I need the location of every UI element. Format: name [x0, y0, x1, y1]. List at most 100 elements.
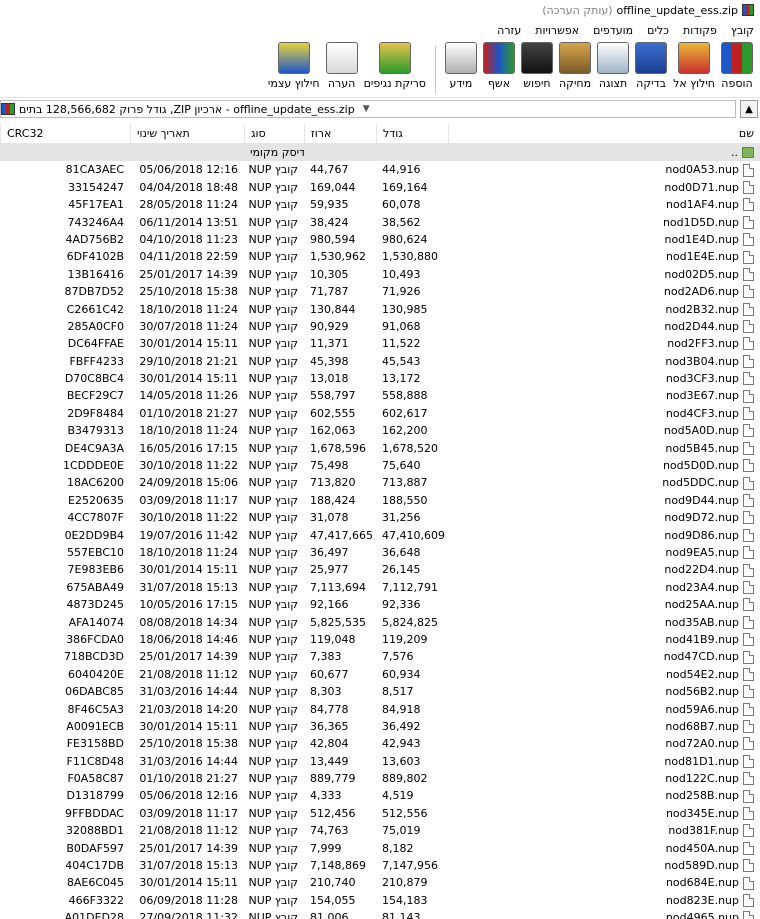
- column-header-type[interactable]: סוג: [244, 124, 304, 144]
- file-row[interactable]: nod258B.nup 4,519 4,333 קובץ NUP 05/06/2018 …: [0, 787, 760, 804]
- file-row[interactable]: nod59A6.nup 84,918 84,778 קובץ NUP 21/03/201…: [0, 701, 760, 718]
- file-modified: 30/10/2018 11:22: [139, 511, 238, 525]
- file-packed: 512,456: [310, 806, 356, 820]
- toolbar-button-find[interactable]: חיפוש: [518, 42, 556, 90]
- file-row[interactable]: nod345E.nup 512,556 512,456 קובץ NUP 03/09/2…: [0, 805, 760, 822]
- menu-item-5[interactable]: עזרה: [495, 24, 523, 37]
- toolbar-button-comment[interactable]: הערה: [323, 42, 361, 90]
- toolbar-button-delete[interactable]: מחיקה: [556, 42, 594, 90]
- file-row[interactable]: nod122C.nup 889,802 889,779 קובץ NUP 01/10/2…: [0, 770, 760, 787]
- file-row[interactable]: nod450A.nup 8,182 7,999 קובץ NUP 25/01/2017 …: [0, 840, 760, 857]
- file-packed: 1,678,596: [310, 441, 366, 455]
- address-row: ▲ offline_update_ess.zip - ארכיון ZIP, ג…: [0, 99, 760, 119]
- file-row[interactable]: nod22D4.nup 26,145 25,977 קובץ NUP 30/01/201…: [0, 561, 760, 578]
- file-packed: 36,365: [310, 719, 349, 733]
- file-row[interactable]: nod35AB.nup 5,824,825 5,825,535 קובץ NUP 08/…: [0, 614, 760, 631]
- file-name: nod2B32.nup: [665, 302, 739, 316]
- file-row[interactable]: nod1E4D.nup 980,624 980,594 קובץ NUP 04/10/2…: [0, 231, 760, 248]
- file-row[interactable]: nod81D1.nup 13,603 13,449 קובץ NUP 31/03/201…: [0, 753, 760, 770]
- file-row[interactable]: nod9D72.nup 31,256 31,078 קובץ NUP 30/10/201…: [0, 509, 760, 526]
- menu-item-4[interactable]: אפשרויות: [533, 24, 581, 37]
- file-row[interactable]: nod2D44.nup 91,068 90,929 קובץ NUP 30/07/201…: [0, 318, 760, 335]
- file-row[interactable]: nod9D44.nup 188,550 188,424 קובץ NUP 03/09/2…: [0, 492, 760, 509]
- file-icon: [743, 685, 754, 699]
- file-row[interactable]: nod2FF3.nup 11,522 11,371 קובץ NUP 30/01/201…: [0, 335, 760, 352]
- file-row[interactable]: nod0D71.nup 169,164 169,044 קובץ NUP 04/04/2…: [0, 179, 760, 196]
- file-list-header: ^ שם גודל ארוז סוג תאריך שינוי CRC32: [0, 124, 760, 144]
- file-row[interactable]: nod25AA.nup 92,336 92,166 קובץ NUP 10/05/201…: [0, 596, 760, 613]
- file-crc: AFA14074: [68, 615, 124, 629]
- file-type: קובץ NUP: [248, 319, 298, 333]
- toolbar-button-wizard[interactable]: אשף: [480, 42, 518, 90]
- menu-item-0[interactable]: קובץ: [729, 24, 756, 37]
- file-row[interactable]: nod381F.nup 75,019 74,763 קובץ NUP 21/08/201…: [0, 822, 760, 839]
- file-row[interactable]: nod02D5.nup 10,493 10,305 קובץ NUP 25/01/201…: [0, 266, 760, 283]
- menu-item-1[interactable]: פקודות: [681, 24, 719, 37]
- file-name: nod0A53.nup: [665, 163, 739, 177]
- file-size: 13,603: [382, 754, 421, 768]
- toolbar-button-add-archive[interactable]: הוספה: [718, 42, 756, 90]
- menu-item-2[interactable]: כלים: [645, 24, 671, 37]
- file-row[interactable]: nod5D0D.nup 75,640 75,498 קובץ NUP 30/10/201…: [0, 457, 760, 474]
- file-packed: 130,844: [310, 302, 356, 316]
- file-row[interactable]: nod56B2.nup 8,517 8,303 קובץ NUP 31/03/2016 …: [0, 683, 760, 700]
- file-modified: 25/10/2018 15:38: [139, 737, 238, 751]
- file-row[interactable]: nod1E4E.nup 1,530,880 1,530,962 קובץ NUP 04/…: [0, 248, 760, 265]
- file-row[interactable]: nod4CF3.nup 602,617 602,555 קובץ NUP 01/10/2…: [0, 405, 760, 422]
- file-type: קובץ NUP: [248, 285, 298, 299]
- file-row[interactable]: nod41B9.nup 119,209 119,048 קובץ NUP 18/06/2…: [0, 631, 760, 648]
- file-row[interactable]: nod4965.nup 81,143 81,006 קובץ NUP 27/09/201…: [0, 909, 760, 919]
- file-row[interactable]: nod68B7.nup 36,492 36,365 קובץ NUP 30/01/201…: [0, 718, 760, 735]
- file-modified: 06/11/2014 13:51: [139, 215, 238, 229]
- file-icon: [743, 807, 754, 821]
- file-row[interactable]: nod589D.nup 7,147,956 7,148,869 קובץ NUP 31/…: [0, 857, 760, 874]
- file-modified: 30/01/2014 15:11: [139, 337, 238, 351]
- file-size: 11,522: [382, 337, 421, 351]
- parent-folder-row[interactable]: .. דיסק מקומי: [0, 144, 760, 162]
- file-row[interactable]: nod823E.nup 154,183 154,055 קובץ NUP 06/09/2…: [0, 892, 760, 909]
- file-row[interactable]: nod0A53.nup 44,916 44,767 קובץ NUP 05/06/201…: [0, 161, 760, 178]
- file-modified: 04/11/2018 22:59: [139, 250, 238, 264]
- toolbar-button-sfx[interactable]: חילוץ עצמי: [265, 42, 323, 90]
- file-row[interactable]: nod3E67.nup 558,888 558,797 קובץ NUP 14/05/2…: [0, 387, 760, 404]
- up-folder-button[interactable]: ▲: [740, 100, 758, 118]
- file-type: קובץ NUP: [248, 859, 298, 873]
- file-name: nod1E4D.nup: [664, 232, 739, 246]
- file-crc: 6040420E: [68, 667, 124, 681]
- file-row[interactable]: nod72A0.nup 42,943 42,804 קובץ NUP 25/10/201…: [0, 735, 760, 752]
- file-row[interactable]: nod5DDC.nup 713,887 713,820 קובץ NUP 24/09/2…: [0, 474, 760, 491]
- chevron-down-icon[interactable]: ▼: [359, 104, 370, 114]
- file-row[interactable]: nod2B32.nup 130,985 130,844 קובץ NUP 18/10/2…: [0, 301, 760, 318]
- toolbar-button-test[interactable]: בדיקה: [632, 42, 670, 90]
- file-row[interactable]: nod23A4.nup 7,112,791 7,113,694 קובץ NUP 31/…: [0, 579, 760, 596]
- file-icon: [743, 841, 754, 855]
- file-size: 1,678,520: [382, 441, 438, 455]
- file-row[interactable]: nod9D86.nup 47,410,609 47,417,665 קובץ NUP 1…: [0, 527, 760, 544]
- file-row[interactable]: nod1D5D.nup 38,562 38,424 קובץ NUP 06/11/201…: [0, 214, 760, 231]
- file-row[interactable]: nod3CF3.nup 13,172 13,018 קובץ NUP 30/01/201…: [0, 370, 760, 387]
- address-bar[interactable]: offline_update_ess.zip - ארכיון ZIP, גוד…: [0, 100, 736, 118]
- file-row[interactable]: nod5B45.nup 1,678,520 1,678,596 קובץ NUP 16/…: [0, 440, 760, 457]
- file-name: nod56B2.nup: [665, 685, 739, 699]
- toolbar-button-virus-scan[interactable]: סריקת נגיפים: [361, 42, 429, 90]
- file-row[interactable]: nod5A0D.nup 162,200 162,063 קובץ NUP 18/10/2…: [0, 422, 760, 439]
- column-header-crc[interactable]: CRC32: [0, 124, 130, 144]
- add-archive-icon: [721, 42, 753, 74]
- toolbar-button-view[interactable]: תצוגה: [594, 42, 632, 90]
- column-header-packed[interactable]: ארוז: [304, 124, 376, 144]
- file-crc: DE4C9A3A: [64, 441, 124, 455]
- file-row[interactable]: nod684E.nup 210,879 210,740 קובץ NUP 30/01/2…: [0, 874, 760, 891]
- menu-item-3[interactable]: מועדפים: [591, 24, 635, 37]
- file-row[interactable]: nod9EA5.nup 36,648 36,497 קובץ NUP 18/10/201…: [0, 544, 760, 561]
- file-row[interactable]: nod1AF4.nup 60,078 59,935 קובץ NUP 28/05/201…: [0, 196, 760, 213]
- column-header-modified[interactable]: תאריך שינוי: [130, 124, 244, 144]
- file-row[interactable]: nod2AD6.nup 71,926 71,787 קובץ NUP 25/10/201…: [0, 283, 760, 300]
- sort-arrow-icon: ^: [598, 124, 606, 128]
- toolbar-button-extract-to[interactable]: חילוץ אל: [670, 42, 718, 90]
- file-row[interactable]: nod54E2.nup 60,934 60,677 קובץ NUP 21/08/201…: [0, 666, 760, 683]
- file-packed: 7,148,869: [310, 859, 366, 873]
- file-row[interactable]: nod3B04.nup 45,543 45,398 קובץ NUP 29/10/201…: [0, 353, 760, 370]
- column-header-size[interactable]: גודל: [376, 124, 448, 144]
- toolbar-button-info[interactable]: מידע: [442, 42, 480, 90]
- file-row[interactable]: nod47CD.nup 7,576 7,383 קובץ NUP 25/01/2017 …: [0, 648, 760, 665]
